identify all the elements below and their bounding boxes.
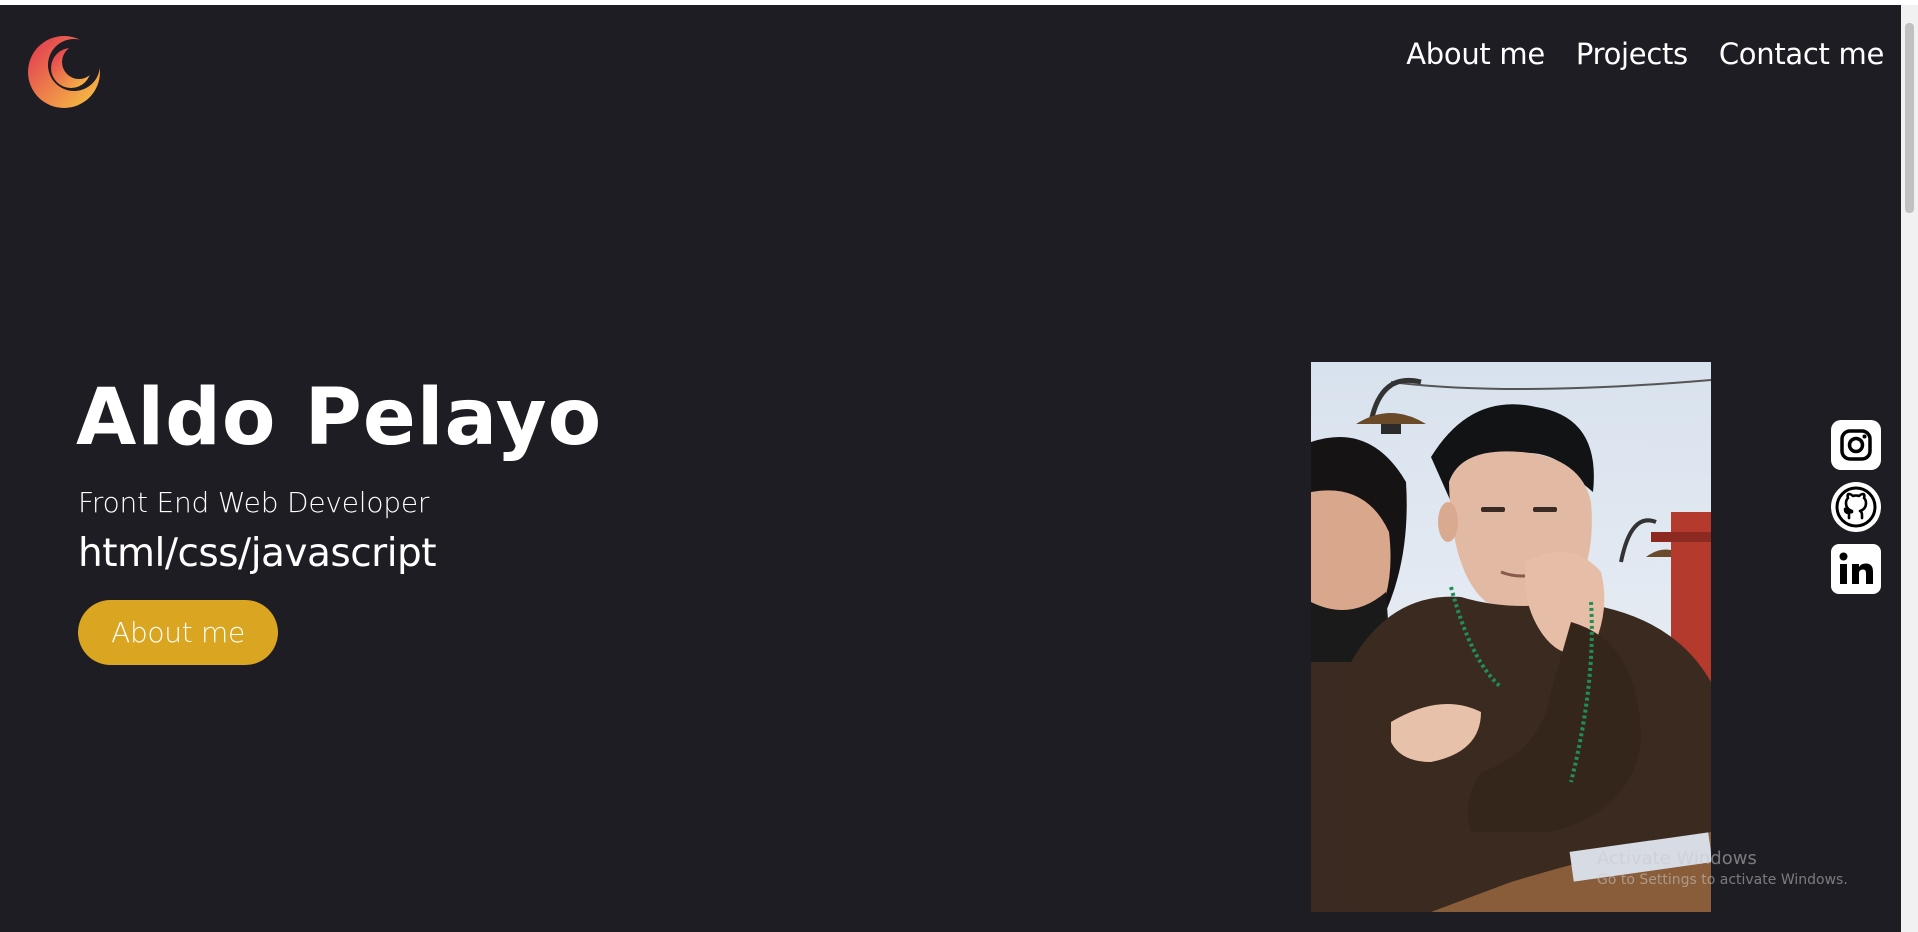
windows-activation-watermark: Activate Windows Go to Settings to activ… [1597,848,1848,890]
instagram-icon[interactable] [1831,420,1881,470]
logo-icon[interactable] [27,35,101,109]
watermark-title: Activate Windows [1597,848,1757,869]
hero-name: Aldo Pelayo [76,373,603,463]
linkedin-icon[interactable] [1831,544,1881,594]
hero-tech: html/css/javascript [78,531,437,576]
main-nav: About me Projects Contact me [1406,34,1884,74]
about-me-button[interactable]: About me [78,600,278,665]
page-scrollbar[interactable] [1901,5,1918,932]
hero-subtitle: Front End Web Developer [78,486,430,519]
scrollbar-thumb[interactable] [1905,23,1914,213]
profile-photo [1311,362,1711,912]
nav-projects[interactable]: Projects [1576,34,1688,74]
nav-contact-me[interactable]: Contact me [1719,34,1884,74]
watermark-subtitle: Go to Settings to activate Windows. [1597,872,1848,888]
social-links [1831,420,1881,594]
nav-about-me[interactable]: About me [1406,34,1545,74]
github-icon[interactable] [1831,482,1881,532]
